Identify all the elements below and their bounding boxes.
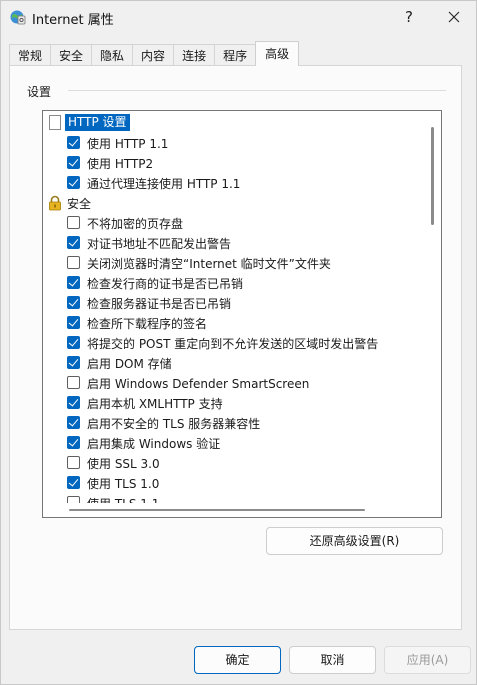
settings-option[interactable]: 关闭浏览器时清空“Internet 临时文件”文件夹 xyxy=(43,253,425,273)
settings-option[interactable]: 检查所下载程序的签名 xyxy=(43,313,425,333)
checkbox-checked[interactable] xyxy=(67,276,80,289)
settings-option[interactable]: 不将加密的页存盘 xyxy=(43,213,425,233)
close-icon xyxy=(448,11,460,23)
settings-group-label: 设置 xyxy=(27,83,58,100)
internet-options-icon xyxy=(10,10,26,25)
settings-item-label: 检查所下载程序的签名 xyxy=(87,317,208,331)
settings-item-label: 启用 Windows Defender SmartScreen xyxy=(87,377,310,391)
checkbox-checked[interactable] xyxy=(67,316,80,329)
settings-item-label: 启用 DOM 存储 xyxy=(87,357,172,371)
checkbox-checked[interactable] xyxy=(67,476,80,489)
checkbox-checked[interactable] xyxy=(67,176,80,189)
settings-option[interactable]: 启用集成 Windows 验证 xyxy=(43,433,425,453)
checkbox-checked[interactable] xyxy=(67,396,80,409)
settings-option[interactable]: 使用 HTTP2 xyxy=(43,153,425,173)
settings-item-label: 启用集成 Windows 验证 xyxy=(87,437,221,451)
settings-item-label: 使用 HTTP 1.1 xyxy=(87,137,169,151)
tab-advanced[interactable]: 高级 xyxy=(255,41,300,66)
checkbox-checked[interactable] xyxy=(67,336,80,349)
window-title: Internet 属性 xyxy=(32,13,114,28)
tab-privacy[interactable]: 隐私 xyxy=(91,44,134,66)
checkbox-unchecked[interactable] xyxy=(67,456,80,469)
checkbox-checked[interactable] xyxy=(67,296,80,309)
advanced-tab-panel: 设置 HTTP 设置使用 HTTP 1.1 使用 HTTP2 通过代理连接使用 HT… xyxy=(9,65,462,630)
settings-item-label: 使用 TLS 1.0 xyxy=(87,477,160,491)
apply-button: 应用(A) xyxy=(384,646,471,674)
settings-option[interactable]: 使用 HTTP 1.1 xyxy=(43,133,425,153)
settings-category: 安全 xyxy=(43,193,425,213)
settings-option[interactable]: 检查服务器证书是否已吊销 xyxy=(43,293,425,313)
tab-security[interactable]: 安全 xyxy=(50,44,93,66)
settings-item-label: 通过代理连接使用 HTTP 1.1 xyxy=(87,177,241,191)
settings-item-label: 使用 HTTP2 xyxy=(87,157,154,171)
settings-option[interactable]: 启用本机 XMLHTTP 支持 xyxy=(43,393,425,413)
horizontal-scroll-thumb[interactable] xyxy=(69,509,365,511)
settings-item-label: 启用不安全的 TLS 服务器兼容性 xyxy=(87,417,261,431)
vertical-scrollbar[interactable] xyxy=(425,111,441,517)
settings-item-label: 不将加密的页存盘 xyxy=(87,217,184,231)
settings-option[interactable]: 使用 SSL 3.0 xyxy=(43,453,425,473)
close-button[interactable] xyxy=(439,5,469,29)
checkbox-checked[interactable] xyxy=(67,156,80,169)
ok-button[interactable]: 确定 xyxy=(194,646,281,674)
help-button[interactable]: ? xyxy=(395,5,423,29)
checkbox-unchecked[interactable] xyxy=(67,376,80,389)
document-icon xyxy=(49,115,61,130)
settings-item-label: 启用本机 XMLHTTP 支持 xyxy=(87,397,223,411)
tab-content[interactable]: 内容 xyxy=(132,44,175,66)
settings-option[interactable]: 使用 TLS 1.0 xyxy=(43,473,425,493)
settings-item-label: 安全 xyxy=(67,197,92,211)
settings-option[interactable]: 对证书地址不匹配发出警告 xyxy=(43,233,425,253)
settings-item-label: 使用 SSL 3.0 xyxy=(87,457,160,471)
settings-option[interactable]: 通过代理连接使用 HTTP 1.1 xyxy=(43,173,425,193)
checkbox-checked[interactable] xyxy=(67,436,80,449)
settings-item-label: 将提交的 POST 重定向到不允许发送的区域时发出警告 xyxy=(87,337,379,351)
title-bar: Internet 属性 ? xyxy=(1,1,476,33)
checkbox-checked[interactable] xyxy=(67,236,80,249)
settings-item-label: 对证书地址不匹配发出警告 xyxy=(87,237,232,251)
settings-item-label: 检查发行商的证书是否已吊销 xyxy=(87,277,244,291)
settings-option[interactable]: 检查发行商的证书是否已吊销 xyxy=(43,273,425,293)
settings-option[interactable]: 启用 Windows Defender SmartScreen xyxy=(43,373,425,393)
checkbox-checked[interactable] xyxy=(67,356,80,369)
settings-item-label: 关闭浏览器时清空“Internet 临时文件”文件夹 xyxy=(87,257,331,271)
tab-connections[interactable]: 连接 xyxy=(173,44,216,66)
settings-item-label: HTTP 设置 xyxy=(65,114,130,131)
checkbox-checked[interactable] xyxy=(67,416,80,429)
checkbox-unchecked[interactable] xyxy=(67,256,80,269)
settings-tree-list[interactable]: HTTP 设置使用 HTTP 1.1 使用 HTTP2 通过代理连接使用 HTTP … xyxy=(42,110,442,518)
lock-icon xyxy=(49,195,61,211)
vertical-scroll-thumb[interactable] xyxy=(431,127,434,225)
settings-item-label: 检查服务器证书是否已吊销 xyxy=(87,297,232,311)
settings-option[interactable]: 启用不安全的 TLS 服务器兼容性 xyxy=(43,413,425,433)
tab-strip: 常规 安全 隐私 内容 连接 程序 高级 xyxy=(9,41,300,66)
tab-general[interactable]: 常规 xyxy=(9,44,52,66)
settings-category: HTTP 设置 xyxy=(43,113,425,133)
cancel-button[interactable]: 取消 xyxy=(289,646,376,674)
settings-option[interactable]: 启用 DOM 存储 xyxy=(43,353,425,373)
restore-advanced-settings-button[interactable]: 还原高级设置(R) xyxy=(266,527,443,555)
group-divider xyxy=(68,90,446,91)
horizontal-scrollbar[interactable] xyxy=(43,503,425,517)
settings-option[interactable]: 将提交的 POST 重定向到不允许发送的区域时发出警告 xyxy=(43,333,425,353)
internet-properties-dialog: Internet 属性 ? 常规 安全 隐私 内容 连接 程序 高级 设置 HT… xyxy=(0,0,477,685)
checkbox-checked[interactable] xyxy=(67,136,80,149)
checkbox-unchecked[interactable] xyxy=(67,216,80,229)
tab-programs[interactable]: 程序 xyxy=(214,44,257,66)
